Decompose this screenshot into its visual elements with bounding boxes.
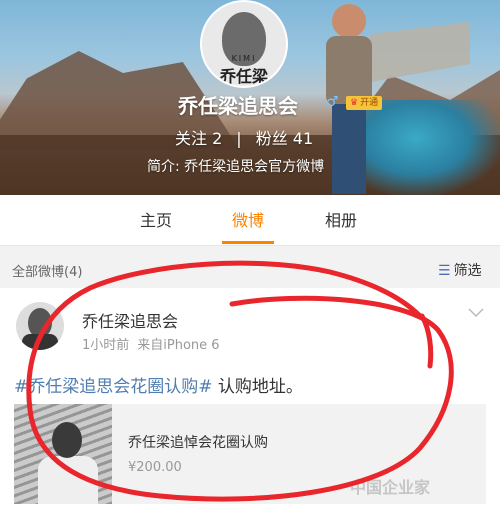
followers-link[interactable]: 粉丝 41 [256, 129, 313, 148]
post-hashtag[interactable]: #乔任梁追思会花圈认购# [14, 377, 213, 397]
thumbnail-shirt [38, 456, 98, 504]
post-avatar-body [22, 334, 58, 350]
post-text: #乔任梁追思会花圈认购# 认购地址。 [14, 372, 303, 397]
filter-icon: ☰ [438, 263, 451, 279]
followers-label: 粉丝 [255, 129, 288, 148]
attachment-thumbnail [14, 404, 112, 504]
post-time: 1小时前 [82, 338, 130, 353]
all-posts-count: 全部微博(4) [12, 265, 83, 280]
tab-weibo[interactable]: 微博 [232, 207, 264, 231]
post-author[interactable]: 乔任梁追思会 [82, 308, 178, 332]
avatar-mark-text: 乔任梁 [219, 67, 268, 86]
post-meta: 1小时前 来自iPhone 6 [82, 334, 220, 353]
active-tab-indicator [222, 241, 274, 244]
following-label: 关注 [175, 129, 208, 148]
profile-avatar[interactable]: KIMI 乔任梁 [200, 0, 288, 88]
profile-tabs: 主页 微博 相册 [0, 195, 500, 246]
tab-home[interactable]: 主页 [140, 207, 172, 231]
profile-bio: 简介: 乔任梁追思会官方微博 [147, 159, 325, 175]
banner-smoke [360, 100, 500, 195]
crown-icon: ♛ [350, 98, 359, 108]
banner-wing [370, 22, 470, 82]
thumbnail-head [52, 422, 82, 458]
tab-album[interactable]: 相册 [325, 207, 357, 231]
avatar-kimi-text: KIMI [231, 54, 257, 63]
vip-badge[interactable]: ♛ 开通 [346, 96, 383, 110]
attachment-title: 乔任梁追悼会花圈认购 [128, 435, 268, 451]
post-avatar[interactable] [16, 302, 64, 350]
filter-label: 筛选 [453, 263, 482, 279]
chevron-down-icon[interactable] [468, 308, 484, 318]
vip-label: 开通 [360, 98, 379, 108]
banner-person-legs [332, 104, 366, 194]
filter-bar: 全部微博(4) ☰ 筛选 [0, 252, 500, 286]
stats-separator: | [236, 129, 242, 148]
profile-name: 乔任梁追思会 [178, 94, 298, 118]
post-body: 认购地址。 [212, 377, 303, 397]
attachment-price: ¥200.00 [128, 460, 182, 475]
filter-button[interactable]: ☰ 筛选 [438, 260, 482, 280]
post-source: 来自iPhone 6 [137, 338, 220, 353]
following-link[interactable]: 关注 2 [175, 129, 222, 148]
banner-person-head [332, 4, 366, 38]
followers-count: 41 [292, 129, 314, 148]
male-icon: ♂ [326, 94, 339, 110]
profile-banner: KIMI 乔任梁 乔任梁追思会 ♂ ♛ 开通 关注 2 | 粉丝 41 简介: 乔任梁… [0, 0, 500, 195]
following-count: 2 [212, 129, 223, 148]
watermark: 中国企业家 [350, 478, 431, 497]
follow-stats: 关注 2 | 粉丝 41 [175, 125, 313, 149]
